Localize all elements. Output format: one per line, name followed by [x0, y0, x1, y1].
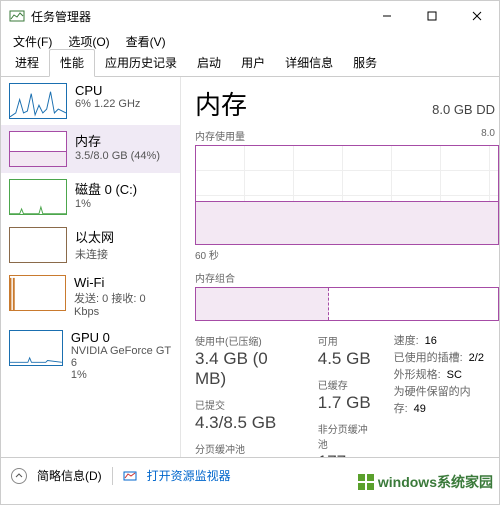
usage-chart-label: 内存使用量 [195, 128, 245, 143]
gpu-sub2: 1% [71, 369, 172, 381]
memory-composition-chart [195, 287, 499, 321]
footer-divider [112, 467, 113, 485]
fewer-details-link[interactable]: 简略信息(D) [37, 467, 102, 484]
nonpaged-label: 非分页缓冲池 [318, 421, 376, 451]
in-use-value: 3.4 GB (0 MB) [195, 349, 300, 389]
ethernet-thumb-icon [9, 227, 67, 263]
form-label: 外形规格: [394, 369, 441, 381]
disk-sub: 1% [75, 198, 137, 210]
tab-processes[interactable]: 进程 [5, 50, 49, 76]
gpu-title: GPU 0 [71, 330, 172, 345]
tab-bar: 进程 性能 应用历史记录 启动 用户 详细信息 服务 [1, 51, 499, 77]
reserved-label: 为硬件保留的内存: [394, 386, 471, 415]
wifi-title: Wi-Fi [74, 275, 172, 290]
tab-app-history[interactable]: 应用历史记录 [95, 50, 187, 76]
open-resource-monitor-link[interactable]: 打开资源监视器 [147, 467, 231, 484]
disk-title: 磁盘 0 (C:) [75, 179, 137, 198]
maximize-button[interactable] [409, 1, 454, 31]
tab-users[interactable]: 用户 [231, 50, 275, 76]
resource-monitor-icon [123, 469, 137, 483]
tab-performance[interactable]: 性能 [49, 49, 95, 77]
sidebar-item-memory[interactable]: 内存 3.5/8.0 GB (44%) [1, 125, 180, 173]
cpu-title: CPU [75, 83, 140, 98]
speed-value: 16 [425, 335, 437, 347]
close-button[interactable] [454, 1, 499, 31]
ethernet-title: 以太网 [75, 227, 114, 246]
title-bar: 任务管理器 [1, 1, 499, 31]
form-value: SC [447, 369, 462, 381]
speed-label: 速度: [394, 335, 419, 347]
page-title: 内存 [195, 85, 247, 122]
stats-grid: 使用中(已压缩) 3.4 GB (0 MB) 已提交 4.3/8.5 GB 分页… [195, 333, 499, 457]
ethernet-sub: 未连接 [75, 246, 114, 262]
minimize-button[interactable] [364, 1, 409, 31]
watermark-text: windows系统家园 [378, 472, 493, 492]
spec-column: 速度: 16 已使用的插槽: 2/2 外形规格: SC 为硬件保留的内存:49 [394, 333, 499, 457]
in-use-label: 使用中(已压缩) [195, 333, 300, 348]
sidebar-item-disk[interactable]: 磁盘 0 (C:) 1% [1, 173, 180, 221]
menu-bar: 文件(F) 选项(O) 查看(V) [1, 31, 499, 51]
sidebar-item-gpu[interactable]: GPU 0 NVIDIA GeForce GT 6 1% [1, 324, 180, 387]
cpu-sub: 6% 1.22 GHz [75, 98, 140, 110]
window-controls [364, 1, 499, 31]
reserved-value: 49 [414, 403, 426, 415]
performance-sidebar: CPU 6% 1.22 GHz 内存 3.5/8.0 GB (44%) 磁盘 0… [1, 77, 181, 457]
window-title: 任务管理器 [31, 8, 364, 25]
cpu-thumb-icon [9, 83, 67, 119]
slots-value: 2/2 [469, 352, 484, 364]
windows-logo-icon [356, 472, 376, 492]
nonpaged-value: 177 MB [318, 452, 376, 457]
committed-value: 4.3/8.5 GB [195, 413, 300, 433]
committed-label: 已提交 [195, 397, 300, 412]
memory-title: 内存 [75, 131, 160, 150]
memory-thumb-icon [9, 131, 67, 167]
tab-details[interactable]: 详细信息 [275, 50, 343, 76]
tab-services[interactable]: 服务 [343, 50, 387, 76]
cached-label: 已缓存 [318, 377, 376, 392]
sidebar-item-ethernet[interactable]: 以太网 未连接 [1, 221, 180, 269]
tab-startup[interactable]: 启动 [187, 50, 231, 76]
menu-view[interactable]: 查看(V) [118, 31, 174, 52]
usage-chart-max: 8.0 [481, 128, 495, 143]
available-value: 4.5 GB [318, 349, 376, 369]
paged-label: 分页缓冲池 [195, 441, 300, 456]
composition-label: 内存组合 [195, 270, 499, 285]
memory-capacity: 8.0 GB DD [432, 102, 495, 117]
gpu-sub: NVIDIA GeForce GT 6 [71, 345, 172, 369]
watermark: windows系统家园 [356, 472, 493, 492]
chart-x-axis: 60 秒 [195, 247, 499, 262]
memory-usage-chart [195, 145, 499, 245]
wifi-sub: 发送: 0 接收: 0 Kbps [74, 290, 172, 318]
content-area: CPU 6% 1.22 GHz 内存 3.5/8.0 GB (44%) 磁盘 0… [1, 77, 499, 457]
slots-label: 已使用的插槽: [394, 352, 463, 364]
sidebar-item-wifi[interactable]: Wi-Fi 发送: 0 接收: 0 Kbps [1, 269, 180, 324]
app-icon [9, 8, 25, 24]
fewer-details-icon[interactable] [11, 468, 27, 484]
main-panel: 内存 8.0 GB DD 内存使用量 8.0 60 秒 内存组合 使用中(已压缩… [181, 77, 499, 457]
wifi-thumb-icon [9, 275, 66, 311]
memory-sub: 3.5/8.0 GB (44%) [75, 150, 160, 162]
disk-thumb-icon [9, 179, 67, 215]
sidebar-item-cpu[interactable]: CPU 6% 1.22 GHz [1, 77, 180, 125]
cached-value: 1.7 GB [318, 393, 376, 413]
gpu-thumb-icon [9, 330, 63, 366]
available-label: 可用 [318, 333, 376, 348]
